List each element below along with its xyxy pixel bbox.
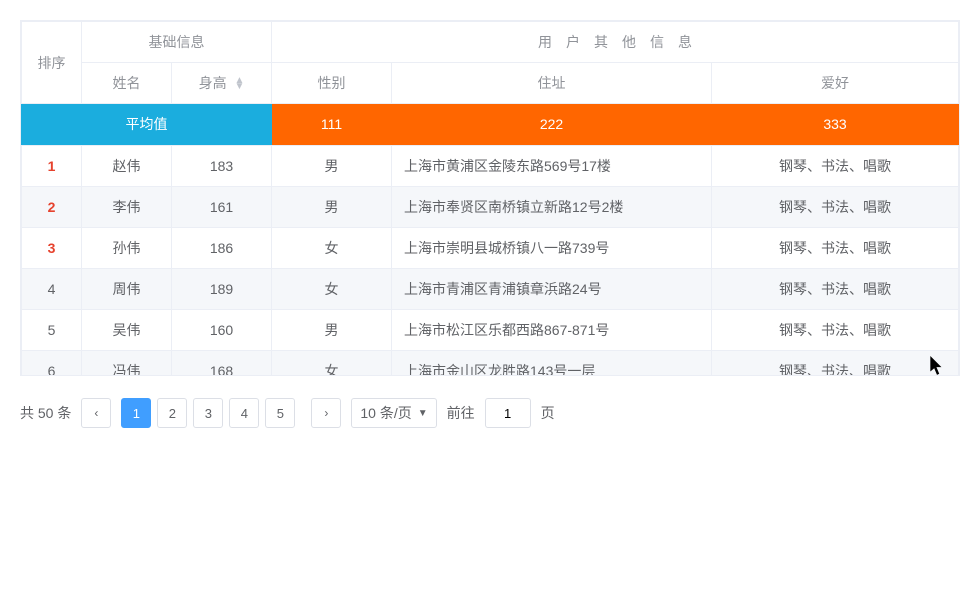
cell-height: 160 — [172, 310, 272, 351]
jump-prefix: 前往 — [447, 403, 475, 423]
data-table: 排序 基础信息 用 户 其 他 信 息 姓名 身高 ▲ ▼ 性别 住址 爱好 — [20, 20, 960, 376]
chevron-left-icon: ‹ — [94, 406, 98, 420]
pagination-page[interactable]: 3 — [193, 398, 223, 428]
page-size-label: 10 条/页 — [360, 403, 411, 423]
cell-address: 上海市黄浦区金陵东路569号17楼 — [392, 146, 712, 187]
cell-gender: 男 — [272, 187, 392, 228]
cell-gender: 女 — [272, 351, 392, 376]
col-hobby[interactable]: 爱好 — [712, 63, 959, 104]
col-height[interactable]: 身高 ▲ ▼ — [172, 63, 272, 104]
pagination-prev[interactable]: ‹ — [81, 398, 111, 428]
pagination-next[interactable]: › — [311, 398, 341, 428]
jump-input[interactable] — [485, 398, 531, 428]
cell-rank: 5 — [22, 310, 82, 351]
cell-name: 吴伟 — [82, 310, 172, 351]
cell-name: 赵伟 — [82, 146, 172, 187]
table-row[interactable]: 5吴伟160男上海市松江区乐都西路867-871号钢琴、书法、唱歌 — [22, 310, 959, 351]
cell-hobby: 钢琴、书法、唱歌 — [712, 146, 959, 187]
cell-name: 李伟 — [82, 187, 172, 228]
chevron-right-icon: › — [324, 406, 328, 420]
table-row[interactable]: 4周伟189女上海市青浦区青浦镇章浜路24号钢琴、书法、唱歌 — [22, 269, 959, 310]
col-name[interactable]: 姓名 — [82, 63, 172, 104]
cell-gender: 女 — [272, 269, 392, 310]
table-row[interactable]: 2李伟161男上海市奉贤区南桥镇立新路12号2楼钢琴、书法、唱歌 — [22, 187, 959, 228]
col-gender[interactable]: 性别 — [272, 63, 392, 104]
pagination-page[interactable]: 1 — [121, 398, 151, 428]
caret-down-icon: ▼ — [418, 408, 428, 419]
cell-name: 冯伟 — [82, 351, 172, 376]
cell-address: 上海市松江区乐都西路867-871号 — [392, 310, 712, 351]
cell-name: 周伟 — [82, 269, 172, 310]
cell-address: 上海市崇明县城桥镇八一路739号 — [392, 228, 712, 269]
cell-name: 孙伟 — [82, 228, 172, 269]
jump-suffix: 页 — [541, 403, 555, 423]
cell-gender: 男 — [272, 146, 392, 187]
table-header: 排序 基础信息 用 户 其 他 信 息 姓名 身高 ▲ ▼ 性别 住址 爱好 — [21, 21, 959, 145]
col-rank[interactable]: 排序 — [22, 22, 82, 104]
cell-height: 168 — [172, 351, 272, 376]
cell-hobby: 钢琴、书法、唱歌 — [712, 310, 959, 351]
col-address[interactable]: 住址 — [392, 63, 712, 104]
cell-height: 186 — [172, 228, 272, 269]
summary-label: 平均值 — [22, 104, 272, 145]
cell-hobby: 钢琴、书法、唱歌 — [712, 187, 959, 228]
sort-icon[interactable]: ▲ ▼ — [234, 78, 244, 90]
pagination-page[interactable]: 5 — [265, 398, 295, 428]
caret-down-icon: ▼ — [234, 84, 244, 90]
cell-address: 上海市青浦区青浦镇章浜路24号 — [392, 269, 712, 310]
pagination: 共 50 条 ‹ 12345 › 10 条/页 ▼ 前往 页 — [20, 398, 960, 428]
cell-hobby: 钢琴、书法、唱歌 — [712, 351, 959, 376]
cell-height: 161 — [172, 187, 272, 228]
cell-hobby: 钢琴、书法、唱歌 — [712, 269, 959, 310]
cell-rank: 1 — [22, 146, 82, 187]
table-row[interactable]: 1赵伟183男上海市黄浦区金陵东路569号17楼钢琴、书法、唱歌 — [22, 146, 959, 187]
cell-address: 上海市金山区龙胜路143号一层 — [392, 351, 712, 376]
pagination-total: 共 50 条 — [20, 403, 71, 423]
pagination-page[interactable]: 4 — [229, 398, 259, 428]
cell-rank: 2 — [22, 187, 82, 228]
summary-gender: 111 — [272, 104, 392, 145]
summary-address: 222 — [392, 104, 712, 145]
cell-rank: 6 — [22, 351, 82, 376]
cell-address: 上海市奉贤区南桥镇立新路12号2楼 — [392, 187, 712, 228]
summary-hobby: 333 — [712, 104, 959, 145]
table-body-scroll[interactable]: 1赵伟183男上海市黄浦区金陵东路569号17楼钢琴、书法、唱歌2李伟161男上… — [21, 145, 959, 375]
table-row[interactable]: 6冯伟168女上海市金山区龙胜路143号一层钢琴、书法、唱歌 — [22, 351, 959, 376]
col-group-other: 用 户 其 他 信 息 — [272, 22, 959, 63]
cell-hobby: 钢琴、书法、唱歌 — [712, 228, 959, 269]
cell-rank: 3 — [22, 228, 82, 269]
pagination-page[interactable]: 2 — [157, 398, 187, 428]
col-group-basic: 基础信息 — [82, 22, 272, 63]
page-size-select[interactable]: 10 条/页 ▼ — [351, 398, 436, 428]
cell-height: 189 — [172, 269, 272, 310]
cell-rank: 4 — [22, 269, 82, 310]
table-row[interactable]: 3孙伟186女上海市崇明县城桥镇八一路739号钢琴、书法、唱歌 — [22, 228, 959, 269]
cell-gender: 女 — [272, 228, 392, 269]
summary-row: 平均值 111 222 333 — [22, 104, 959, 145]
cell-gender: 男 — [272, 310, 392, 351]
cell-height: 183 — [172, 146, 272, 187]
